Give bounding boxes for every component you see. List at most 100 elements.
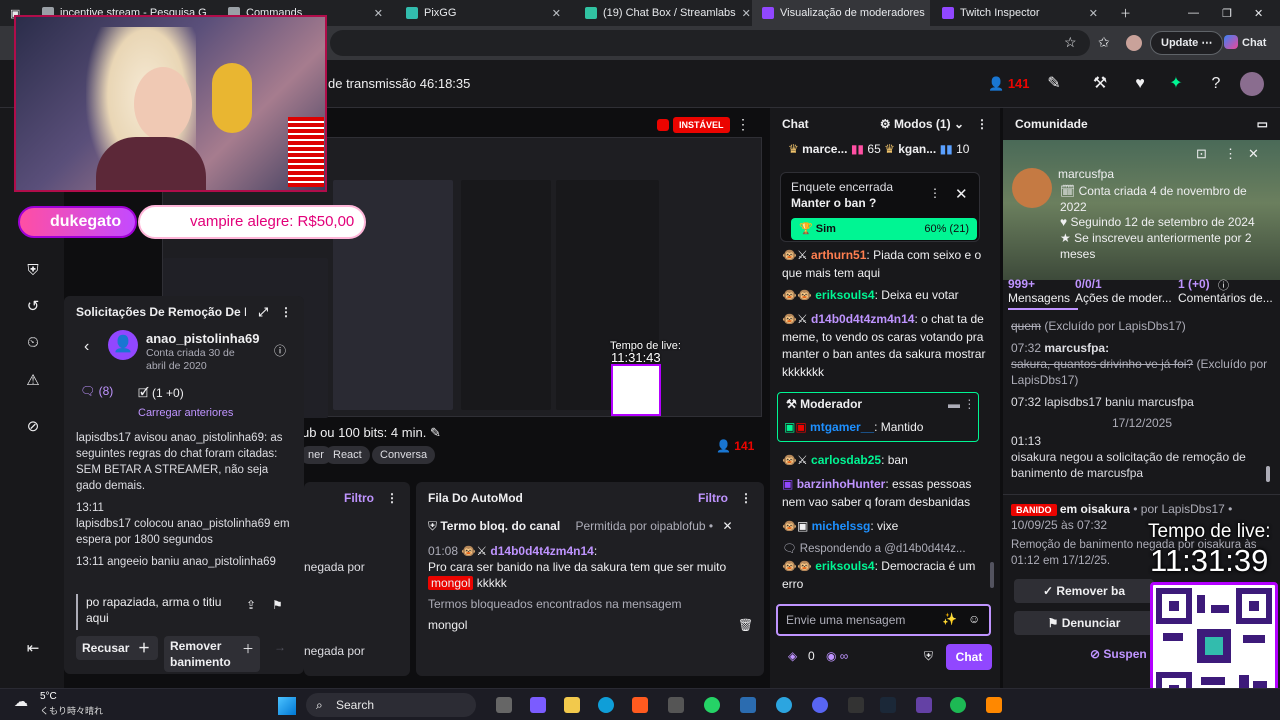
- windows-start-icon[interactable]: [278, 697, 296, 715]
- suspend-button[interactable]: ⊘ Suspen: [1090, 647, 1147, 661]
- chat-user[interactable]: carlosdab25: [811, 453, 881, 467]
- vlc-icon[interactable]: [986, 697, 1002, 713]
- whatsapp-icon[interactable]: [704, 697, 720, 713]
- stat-messages[interactable]: 999+ Mensagens: [1008, 277, 1070, 305]
- load-previous-link[interactable]: Carregar anteriores: [138, 407, 233, 419]
- copilot-chat-button[interactable]: Chat: [1224, 31, 1266, 55]
- url-field[interactable]: [330, 30, 1090, 56]
- community-username[interactable]: marcusfpa: [1058, 167, 1114, 181]
- panel-toggle-icon[interactable]: ▭: [1257, 117, 1268, 131]
- pin-icon[interactable]: ⊡: [1196, 146, 1207, 162]
- steam-icon[interactable]: [880, 697, 896, 713]
- close-icon[interactable]: ✕: [1089, 7, 1098, 20]
- chat-user[interactable]: eriksouls4: [815, 288, 874, 302]
- profile-avatar[interactable]: [1126, 35, 1142, 51]
- stat-mod-actions[interactable]: 0/0/1 Ações de moder...: [1075, 277, 1172, 305]
- edit-icon[interactable]: ✎: [1042, 72, 1066, 96]
- chat-user[interactable]: eriksouls4: [815, 559, 874, 573]
- chat-input[interactable]: Envie uma mensagem: [776, 604, 991, 636]
- info-icon[interactable]: ⓘ: [274, 342, 286, 359]
- chat-user[interactable]: michelssg: [812, 519, 871, 533]
- chat-user[interactable]: mtgamer__: [810, 420, 874, 434]
- help-icon[interactable]: ?: [1204, 72, 1228, 96]
- edge-icon[interactable]: [598, 697, 614, 713]
- tab-pixgg[interactable]: PixGG ✕: [396, 0, 571, 26]
- store-icon[interactable]: [668, 697, 684, 713]
- edit-icon[interactable]: ✎: [430, 425, 441, 440]
- bits-icon[interactable]: ✦: [1164, 72, 1188, 96]
- avatar[interactable]: [1240, 72, 1264, 96]
- discord-icon[interactable]: [812, 697, 828, 713]
- filter-button[interactable]: Filtro: [698, 491, 728, 505]
- spotify-icon[interactable]: [950, 697, 966, 713]
- kebab-icon[interactable]: ⋮: [929, 186, 941, 200]
- shortcut-icon[interactable]: ⚒: [1088, 72, 1112, 96]
- tab-moderator-view[interactable]: Visualização de moderadores ✕: [752, 0, 930, 26]
- tab-streamlabs[interactable]: (19) Chat Box / Streamlabs ✕: [575, 0, 750, 26]
- report-button[interactable]: ⚑ Denunciar: [1014, 611, 1154, 635]
- obs-icon[interactable]: [916, 697, 932, 713]
- tab-messages[interactable]: 🗨 (8): [80, 384, 113, 398]
- refuse-button[interactable]: Recusar ＋: [76, 636, 158, 660]
- community-scrollbar[interactable]: [1266, 466, 1270, 482]
- star-icon[interactable]: ☆: [1064, 34, 1077, 51]
- log-user[interactable]: marcusfpa:: [1044, 341, 1109, 355]
- remove-ban-button[interactable]: ✓ Remover ba: [1014, 579, 1154, 603]
- filter-button[interactable]: Filtro: [344, 491, 374, 505]
- tag[interactable]: React: [325, 446, 370, 464]
- hearts-icon[interactable]: ♥: [1128, 72, 1152, 96]
- chat-user[interactable]: d14b0d4t4zm4n14: [811, 312, 914, 326]
- copilot-icon[interactable]: [530, 697, 546, 713]
- file-explorer-icon[interactable]: [564, 697, 580, 713]
- chat-scrollbar[interactable]: [990, 562, 994, 588]
- kebab-icon[interactable]: ⋮: [386, 491, 398, 505]
- shield-icon[interactable]: ⛨: [22, 260, 44, 282]
- close-icon[interactable]: ✕: [374, 7, 383, 20]
- next-arrow-icon[interactable]: →: [274, 640, 286, 654]
- tag[interactable]: Conversa: [372, 446, 436, 464]
- tab-actions[interactable]: 🗹 (1 +0): [138, 384, 184, 405]
- channel-points-icon[interactable]: ◈: [788, 649, 797, 663]
- kebab-icon[interactable]: ⋮: [976, 117, 988, 131]
- close-icon[interactable]: ✕: [742, 7, 750, 20]
- kebab-icon[interactable]: ⋮: [740, 491, 752, 505]
- share-icon[interactable]: ⇪: [246, 598, 256, 612]
- maximize-button[interactable]: ❐: [1212, 0, 1236, 26]
- history-icon[interactable]: ↺: [22, 296, 44, 318]
- brave-icon[interactable]: [632, 697, 648, 713]
- app-icon[interactable]: [740, 697, 756, 713]
- new-tab-button[interactable]: ＋: [1110, 0, 1136, 26]
- sparkle-icon[interactable]: ✨: [942, 612, 957, 626]
- username[interactable]: anao_pistolinha69: [146, 331, 259, 346]
- exit-icon[interactable]: ⇤: [22, 638, 44, 660]
- window-close-button[interactable]: ✕: [1244, 0, 1272, 26]
- app-icon[interactable]: [848, 697, 864, 713]
- chat-user[interactable]: arthurn51: [811, 248, 866, 262]
- pin-icon[interactable]: ▬ ⋮: [948, 397, 975, 411]
- report-icon[interactable]: ⚑: [272, 598, 283, 612]
- emote-icon[interactable]: ☺: [968, 612, 980, 626]
- back-icon[interactable]: ‹: [84, 338, 89, 356]
- weather-icon[interactable]: ☁: [14, 693, 28, 710]
- close-icon[interactable]: ✕: [1248, 146, 1259, 162]
- top-user[interactable]: marce...: [802, 142, 847, 156]
- telegram-icon[interactable]: [776, 697, 792, 713]
- message-alert-icon[interactable]: ⚠: [22, 370, 44, 392]
- update-button[interactable]: Update ⋯: [1150, 31, 1224, 55]
- kebab-icon[interactable]: ⋮: [280, 305, 292, 319]
- clock-icon[interactable]: ⏲: [22, 332, 44, 354]
- top-user[interactable]: kgan...: [898, 142, 936, 156]
- message-user[interactable]: d14b0d4t4zm4n14: [490, 544, 593, 558]
- unban-icon[interactable]: ⊘: [22, 416, 44, 438]
- popout-icon[interactable]: ⤢: [258, 305, 268, 320]
- chat-user[interactable]: barzinhoHunter: [797, 477, 886, 491]
- tab-twitch-inspector[interactable]: Twitch Inspector ✕: [932, 0, 1108, 26]
- kebab-icon[interactable]: ⋮: [736, 116, 750, 133]
- favorites-icon[interactable]: ✩: [1098, 34, 1110, 51]
- taskbar-search[interactable]: Search: [306, 693, 476, 717]
- send-chat-button[interactable]: Chat: [946, 644, 992, 670]
- close-icon[interactable]: ✕: [722, 519, 732, 533]
- modes-dropdown[interactable]: ⚙ Modos (1) ⌄: [880, 117, 964, 131]
- trash-icon[interactable]: 🗑: [738, 618, 753, 632]
- bits-icon[interactable]: ◉ ∞: [826, 649, 848, 663]
